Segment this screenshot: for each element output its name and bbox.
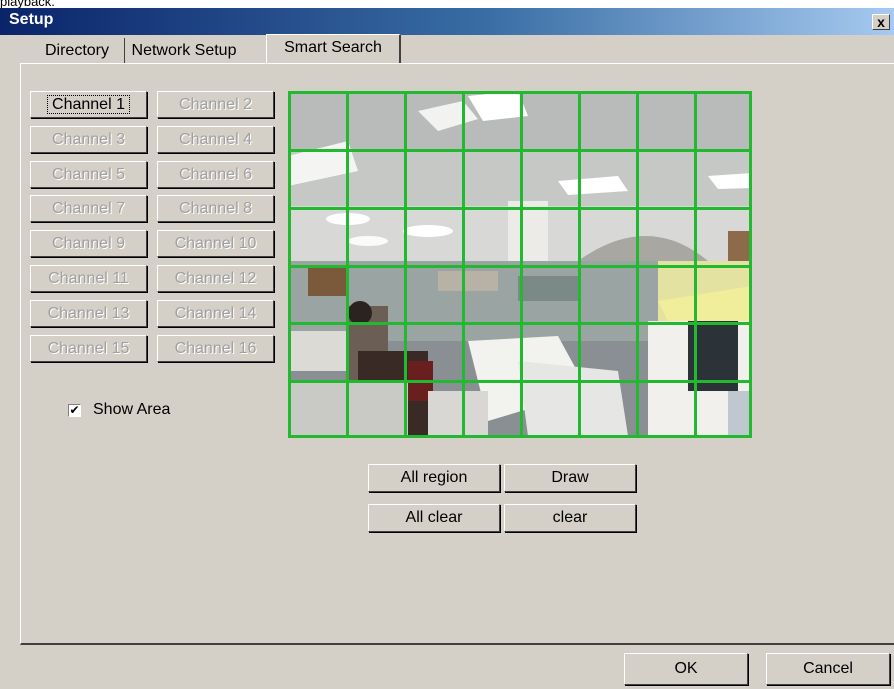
title-bar[interactable]: Setup x xyxy=(0,8,894,35)
channel-15-button[interactable]: Channel 15 xyxy=(30,334,147,362)
camera-preview[interactable] xyxy=(288,91,752,438)
channel-16-button[interactable]: Channel 16 xyxy=(157,334,274,362)
clipped-caption-text: playback. xyxy=(0,0,55,8)
channel-2-button[interactable]: Channel 2 xyxy=(157,91,274,118)
channel-button-label: Channel 13 xyxy=(47,304,130,322)
grid-horizontal-line xyxy=(288,149,752,152)
channel-button-label: Channel 1 xyxy=(47,95,130,114)
grid-horizontal-line xyxy=(288,207,752,210)
all-clear-button[interactable]: All clear xyxy=(368,504,500,532)
channel-button-label: Channel 4 xyxy=(179,130,252,148)
all-region-button[interactable]: All region xyxy=(368,464,500,492)
cancel-button[interactable]: Cancel xyxy=(766,653,890,685)
channel-6-button[interactable]: Channel 6 xyxy=(157,160,274,188)
channel-button-label: Channel 7 xyxy=(52,200,125,218)
channel-button-label: Channel 8 xyxy=(179,200,252,218)
channel-button-label: Channel 15 xyxy=(47,339,130,357)
channel-3-button[interactable]: Channel 3 xyxy=(30,125,147,153)
grid-horizontal-line xyxy=(288,380,752,383)
window-title: Setup xyxy=(9,11,54,28)
channel-button-label: Channel 12 xyxy=(174,270,257,287)
channel-button-label: Channel 11 xyxy=(48,270,129,287)
show-area-label: Show Area xyxy=(93,401,171,418)
channel-13-button[interactable]: Channel 13 xyxy=(30,299,147,327)
grid-horizontal-line xyxy=(288,265,752,268)
channel-11-button[interactable]: Channel 11 xyxy=(30,265,147,292)
clear-button[interactable]: clear xyxy=(504,504,636,532)
channel-4-button[interactable]: Channel 4 xyxy=(157,125,274,153)
channel-10-button[interactable]: Channel 10 xyxy=(157,230,274,258)
channel-button-label: Channel 9 xyxy=(52,235,125,253)
channel-7-button[interactable]: Channel 7 xyxy=(30,195,147,223)
channel-button-label: Channel 3 xyxy=(52,130,125,148)
channel-8-button[interactable]: Channel 8 xyxy=(157,195,274,223)
channel-14-button[interactable]: Channel 14 xyxy=(157,299,274,327)
grid-horizontal-line xyxy=(288,435,752,438)
close-icon[interactable]: x xyxy=(872,14,890,30)
channel-9-button[interactable]: Channel 9 xyxy=(30,230,147,258)
channel-button-label: Channel 6 xyxy=(179,165,252,183)
grid-horizontal-line xyxy=(288,91,752,94)
draw-button[interactable]: Draw xyxy=(504,464,636,492)
channel-button-label: Channel 10 xyxy=(174,235,257,253)
channel-1-button[interactable]: Channel 1 xyxy=(30,91,147,118)
ok-button[interactable]: OK xyxy=(624,653,748,685)
tab-directory[interactable]: Directory xyxy=(30,38,125,64)
channel-button-label: Channel 14 xyxy=(174,304,257,322)
channel-5-button[interactable]: Channel 5 xyxy=(30,160,147,188)
tab-network-setup[interactable]: Network Setup xyxy=(117,38,251,64)
show-area-checkbox[interactable]: ✔ xyxy=(68,404,81,417)
channel-button-label: Channel 5 xyxy=(52,165,125,183)
grid-horizontal-line xyxy=(288,322,752,325)
channel-button-label: Channel 2 xyxy=(179,96,252,113)
tab-smart-search[interactable]: Smart Search xyxy=(266,34,401,64)
channel-12-button[interactable]: Channel 12 xyxy=(157,265,274,292)
channel-button-label: Channel 16 xyxy=(174,339,257,357)
